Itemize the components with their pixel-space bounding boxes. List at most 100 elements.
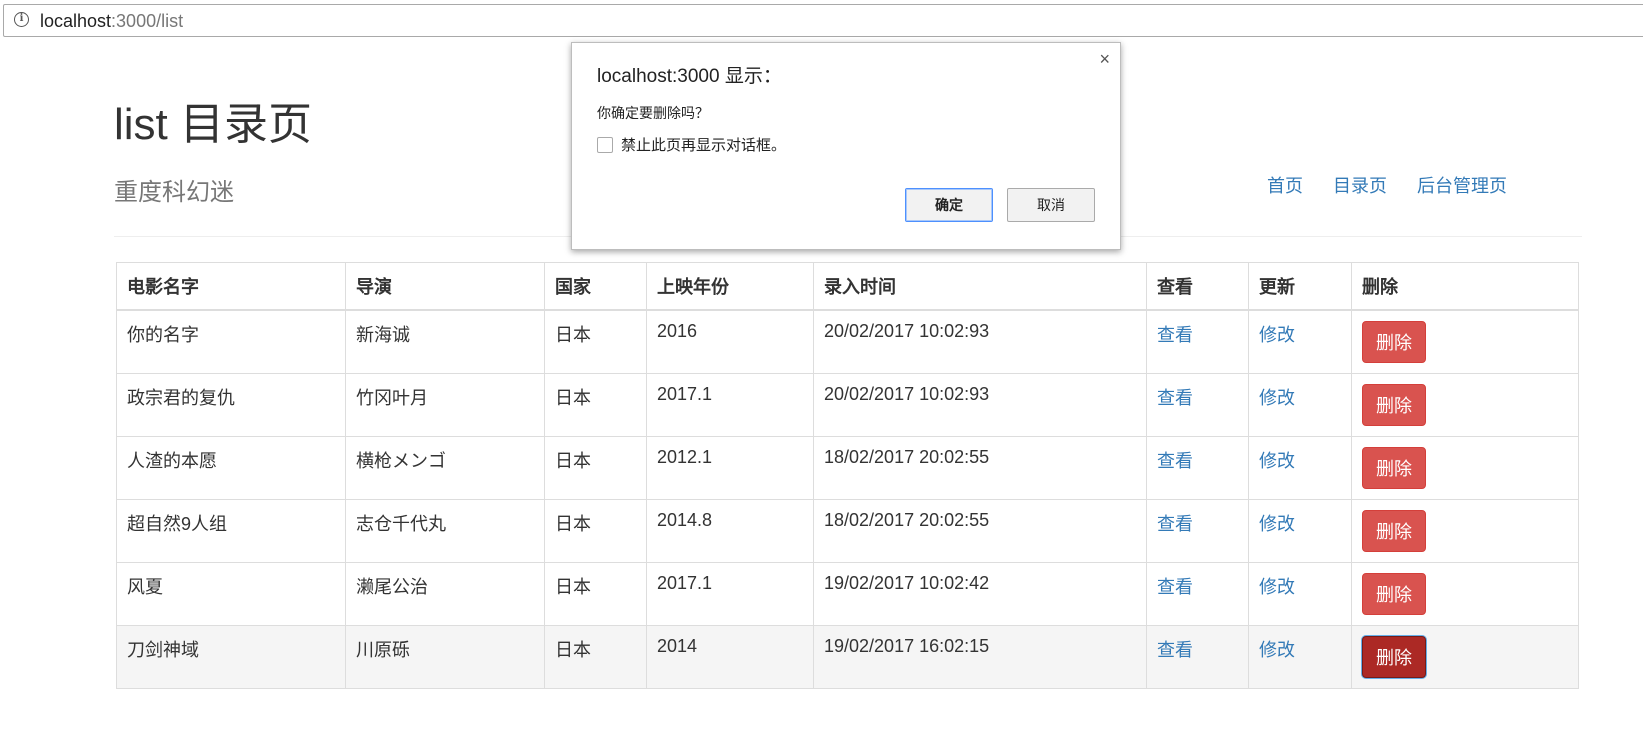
cell-view: 查看: [1146, 309, 1249, 374]
edit-link[interactable]: 修改: [1259, 451, 1295, 471]
cell-delete: 删除: [1351, 562, 1579, 626]
view-link[interactable]: 查看: [1157, 577, 1193, 597]
cell-director: 川原砾: [345, 625, 545, 689]
delete-button[interactable]: 删除: [1362, 573, 1426, 615]
cell-year: 2017.1: [646, 373, 814, 437]
cell-director: 志仓千代丸: [345, 499, 545, 563]
cell-country: 日本: [544, 499, 647, 563]
col-header-view: 查看: [1146, 262, 1249, 311]
delete-button[interactable]: 删除: [1362, 321, 1426, 363]
delete-button[interactable]: 删除: [1362, 636, 1426, 678]
cell-delete: 删除: [1351, 373, 1579, 437]
col-header-time: 录入时间: [813, 262, 1147, 311]
cell-view: 查看: [1146, 625, 1249, 689]
cell-delete: 删除: [1351, 436, 1579, 500]
edit-link[interactable]: 修改: [1259, 640, 1295, 660]
view-link[interactable]: 查看: [1157, 451, 1193, 471]
table-row: 政宗君的复仇 竹冈叶月 日本 2017.1 20/02/2017 10:02:9…: [116, 373, 1579, 437]
info-icon[interactable]: i: [14, 12, 29, 27]
table-row: 风夏 濑尾公治 日本 2017.1 19/02/2017 10:02:42 查看…: [116, 562, 1579, 626]
cell-director: 濑尾公治: [345, 562, 545, 626]
view-link[interactable]: 查看: [1157, 514, 1193, 534]
cancel-button[interactable]: 取消: [1007, 188, 1095, 222]
col-header-country: 国家: [544, 262, 647, 311]
delete-button[interactable]: 删除: [1362, 384, 1426, 426]
cell-time: 20/02/2017 10:02:93: [813, 309, 1147, 374]
cell-name: 风夏: [116, 562, 346, 626]
browser-toolbar: i localhost:3000/list: [0, 0, 1643, 46]
table-row: 人渣的本愿 横枪メンゴ 日本 2012.1 18/02/2017 20:02:5…: [116, 436, 1579, 500]
nav-link-list[interactable]: 目录页: [1333, 172, 1387, 198]
col-header-update: 更新: [1248, 262, 1352, 311]
cell-country: 日本: [544, 373, 647, 437]
edit-link[interactable]: 修改: [1259, 514, 1295, 534]
edit-link[interactable]: 修改: [1259, 577, 1295, 597]
table-row: 你的名字 新海诚 日本 2016 20/02/2017 10:02:93 查看 …: [116, 309, 1579, 374]
cell-time: 19/02/2017 16:02:15: [813, 625, 1147, 689]
dialog-title: localhost:3000 显示：: [597, 66, 782, 87]
cell-country: 日本: [544, 625, 647, 689]
table-row: 刀剑神域 川原砾 日本 2014 19/02/2017 16:02:15 查看 …: [116, 625, 1579, 689]
cell-director: 新海诚: [345, 309, 545, 374]
view-link[interactable]: 查看: [1157, 640, 1193, 660]
cell-view: 查看: [1146, 562, 1249, 626]
cell-year: 2012.1: [646, 436, 814, 500]
cell-year: 2017.1: [646, 562, 814, 626]
cell-time: 20/02/2017 10:02:93: [813, 373, 1147, 437]
suppress-dialogs-option[interactable]: 禁止此页再显示对话框。: [597, 134, 786, 155]
cell-edit: 修改: [1248, 373, 1352, 437]
delete-button[interactable]: 删除: [1362, 510, 1426, 552]
cell-edit: 修改: [1248, 625, 1352, 689]
cell-year: 2016: [646, 309, 814, 374]
col-header-name: 电影名字: [116, 262, 346, 311]
cell-name: 你的名字: [116, 309, 346, 374]
movie-table: 电影名字 导演 国家 上映年份 录入时间 查看 更新 删除 你的名字 新海诚 日…: [116, 262, 1579, 689]
edit-link[interactable]: 修改: [1259, 388, 1295, 408]
view-link[interactable]: 查看: [1157, 325, 1193, 345]
close-icon[interactable]: ×: [1099, 49, 1110, 70]
cell-edit: 修改: [1248, 309, 1352, 374]
cell-edit: 修改: [1248, 499, 1352, 563]
cell-country: 日本: [544, 436, 647, 500]
cell-time: 18/02/2017 20:02:55: [813, 436, 1147, 500]
col-header-year: 上映年份: [646, 262, 814, 311]
edit-link[interactable]: 修改: [1259, 325, 1295, 345]
cell-edit: 修改: [1248, 436, 1352, 500]
suppress-checkbox[interactable]: [597, 136, 613, 153]
top-nav: 首页 目录页 后台管理页: [1267, 172, 1507, 198]
page-subtitle: 重度科幻迷: [114, 179, 234, 206]
cell-delete: 删除: [1351, 625, 1579, 689]
view-link[interactable]: 查看: [1157, 388, 1193, 408]
cell-view: 查看: [1146, 499, 1249, 563]
cell-director: 竹冈叶月: [345, 373, 545, 437]
ok-button[interactable]: 确定: [905, 188, 993, 222]
cell-delete: 删除: [1351, 499, 1579, 563]
cell-name: 人渣的本愿: [116, 436, 346, 500]
page-title: list 目录页: [114, 100, 312, 149]
cell-name: 刀剑神域: [116, 625, 346, 689]
cell-year: 2014.8: [646, 499, 814, 563]
cell-name: 超自然9人组: [116, 499, 346, 563]
address-bar[interactable]: i localhost:3000/list: [3, 4, 1643, 37]
cell-view: 查看: [1146, 436, 1249, 500]
nav-link-admin[interactable]: 后台管理页: [1417, 172, 1507, 198]
cell-time: 19/02/2017 10:02:42: [813, 562, 1147, 626]
cell-country: 日本: [544, 309, 647, 374]
cell-year: 2014: [646, 625, 814, 689]
cell-time: 18/02/2017 20:02:55: [813, 499, 1147, 563]
col-header-director: 导演: [345, 262, 545, 311]
cell-country: 日本: [544, 562, 647, 626]
delete-button[interactable]: 删除: [1362, 447, 1426, 489]
table-header-row: 电影名字 导演 国家 上映年份 录入时间 查看 更新 删除: [116, 262, 1579, 311]
cell-view: 查看: [1146, 373, 1249, 437]
cell-delete: 删除: [1351, 309, 1579, 374]
cell-director: 横枪メンゴ: [345, 436, 545, 500]
cell-edit: 修改: [1248, 562, 1352, 626]
dialog-message: 你确定要删除吗？: [597, 105, 709, 121]
col-header-delete: 删除: [1351, 262, 1579, 311]
confirm-dialog: localhost:3000 显示： × 你确定要删除吗？ 禁止此页再显示对话框…: [571, 42, 1121, 250]
url-text[interactable]: localhost:3000/list: [40, 11, 183, 32]
suppress-checkbox-label[interactable]: 禁止此页再显示对话框。: [621, 134, 786, 155]
nav-link-home[interactable]: 首页: [1267, 172, 1303, 198]
table-row: 超自然9人组 志仓千代丸 日本 2014.8 18/02/2017 20:02:…: [116, 499, 1579, 563]
